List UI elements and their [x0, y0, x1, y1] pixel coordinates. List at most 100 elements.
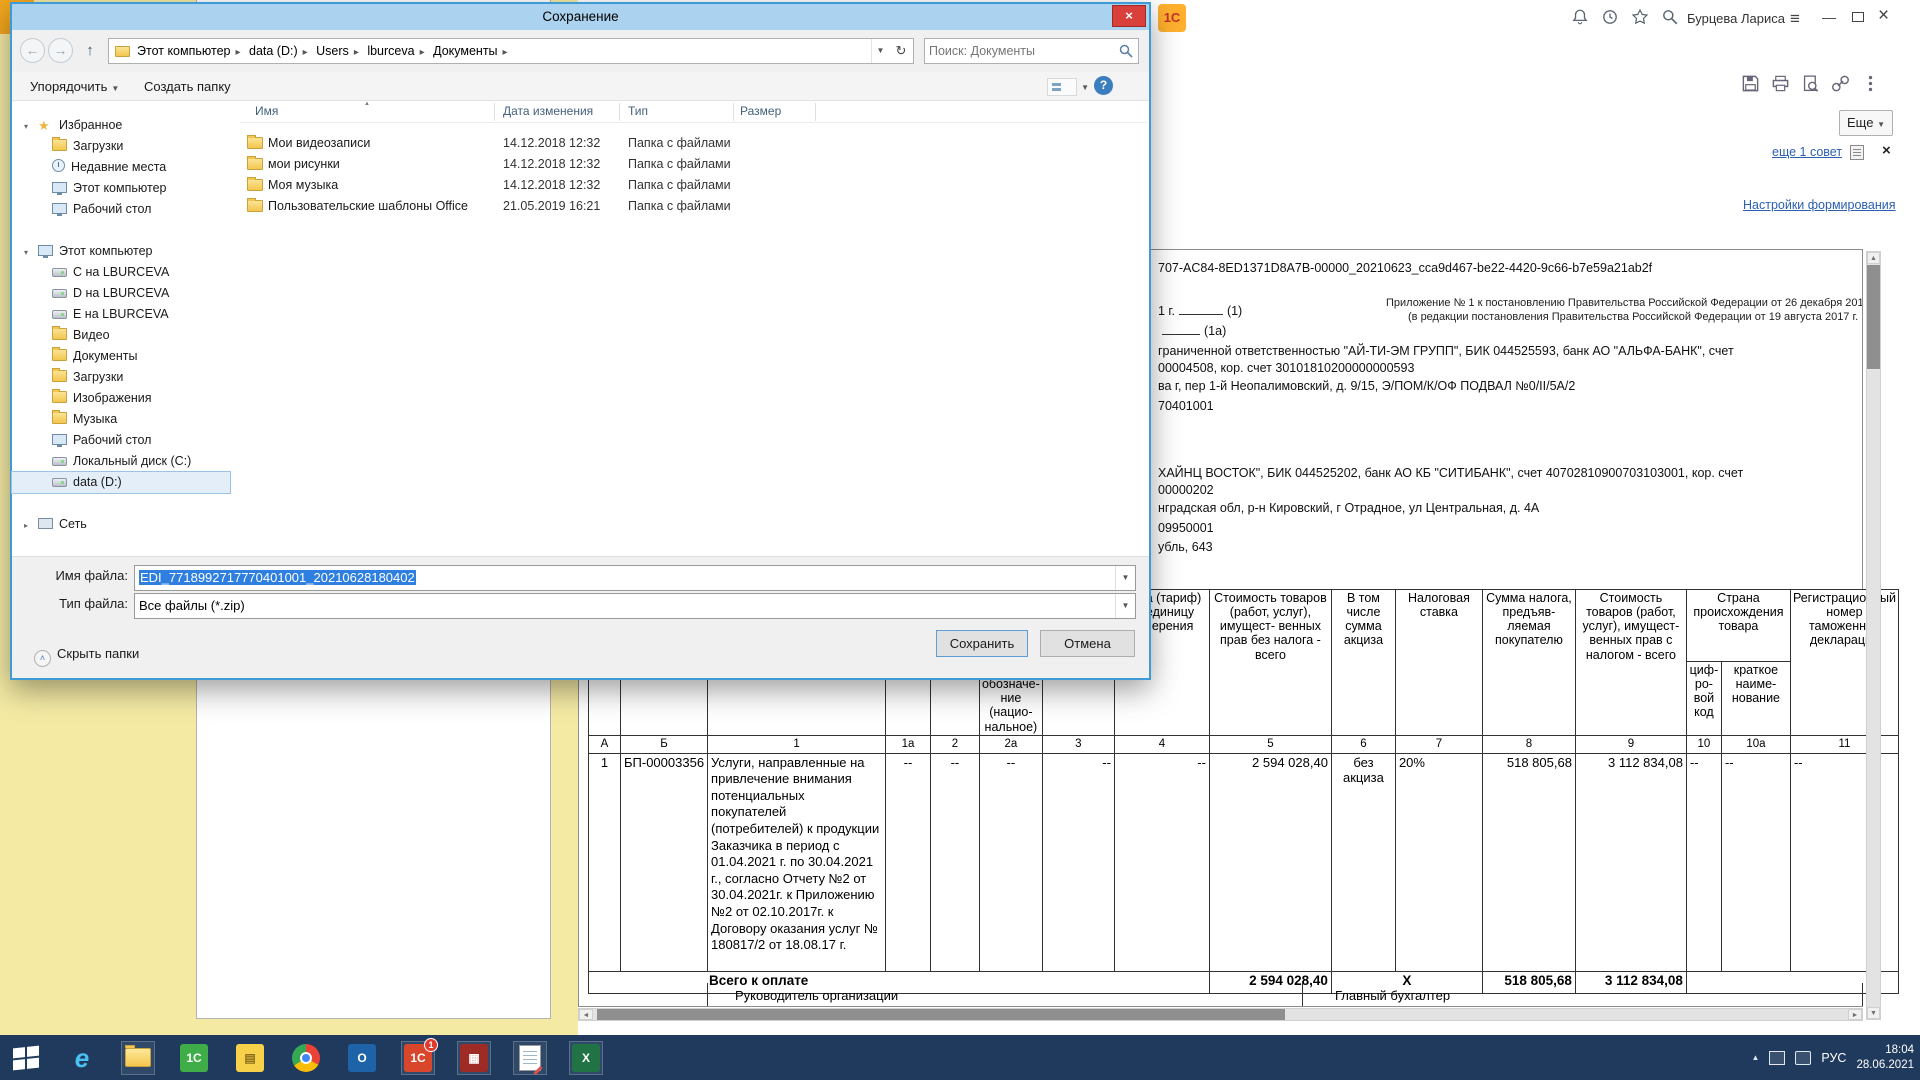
column-header-size[interactable]: Размер: [740, 104, 781, 118]
scroll-up-icon[interactable]: ▲: [1867, 252, 1880, 264]
sidebar-item-drive-e-net[interactable]: E на LBURCEVA: [12, 304, 230, 325]
organize-button[interactable]: Упорядочить▼: [30, 77, 119, 97]
forward-button[interactable]: →: [48, 38, 73, 63]
search-input[interactable]: [929, 40, 1109, 62]
cancel-button[interactable]: Отмена: [1040, 630, 1135, 657]
sidebar-item-recent-places[interactable]: Недавние места: [12, 157, 230, 178]
breadcrumb-item[interactable]: Документы: [431, 44, 499, 58]
chevron-right-icon[interactable]: ▸: [417, 47, 428, 58]
sidebar-item-drive-d-net[interactable]: D на LBURCEVA: [12, 283, 230, 304]
taskbar-1c-green-icon[interactable]: 1С: [178, 1042, 210, 1074]
breadcrumb-item[interactable]: Этот компьютер: [135, 44, 232, 58]
horizontal-scrollbar[interactable]: ◄ ►: [578, 1008, 1863, 1021]
breadcrumb[interactable]: Этот компьютер▸ data (D:)▸ Users▸ lburce…: [108, 38, 914, 64]
taskbar-outlook-icon[interactable]: O: [346, 1042, 378, 1074]
chevron-down-icon[interactable]: ▼: [1115, 566, 1135, 590]
save-button[interactable]: Сохранить: [936, 630, 1028, 657]
minimize-window-icon[interactable]: —: [1822, 7, 1836, 27]
sidebar-group-header[interactable]: ▾★Избранное: [12, 115, 230, 136]
breadcrumb-item[interactable]: lburceva: [365, 44, 416, 58]
chevron-right-icon[interactable]: ▸: [500, 47, 511, 58]
breadcrumb-item[interactable]: data (D:): [247, 44, 300, 58]
column-separator[interactable]: [494, 103, 495, 121]
start-button[interactable]: [10, 1042, 42, 1074]
column-separator[interactable]: [619, 103, 620, 121]
taskbar-file-explorer-icon[interactable]: [122, 1042, 154, 1074]
sidebar-item-downloads2[interactable]: Загрузки: [12, 367, 230, 388]
chevron-down-icon[interactable]: ▼: [1081, 83, 1089, 92]
breadcrumb-item[interactable]: Users: [314, 44, 351, 58]
sidebar-item-videos[interactable]: Видео: [12, 325, 230, 346]
up-button[interactable]: ↑: [78, 40, 102, 61]
sidebar-item-drive-c-net[interactable]: C на LBURCEVA: [12, 262, 230, 283]
chevron-right-icon[interactable]: ▸: [351, 47, 362, 58]
file-row[interactable]: Мои видеозаписи 14.12.2018 12:32 Папка с…: [240, 133, 1147, 154]
column-header-name[interactable]: Имя: [255, 104, 278, 118]
column-header-date[interactable]: Дата изменения: [503, 104, 593, 118]
more-button[interactable]: Еще ▼: [1839, 110, 1893, 136]
taskbar-chrome-icon[interactable]: [290, 1042, 322, 1074]
dialog-close-button[interactable]: ×: [1112, 5, 1146, 27]
vertical-scrollbar[interactable]: ▲ ▼: [1866, 251, 1881, 1020]
sidebar-item-pictures[interactable]: Изображения: [12, 388, 230, 409]
scroll-down-icon[interactable]: ▼: [1867, 1007, 1880, 1019]
change-view-button[interactable]: [1047, 78, 1077, 96]
tray-action-center-icon[interactable]: [1769, 1051, 1785, 1065]
history-icon[interactable]: [1601, 8, 1621, 28]
chevron-right-icon[interactable]: ▸: [300, 47, 311, 58]
horizontal-scrollbar-thumb[interactable]: [597, 1009, 1285, 1020]
taskbar-internet-explorer-icon[interactable]: e: [66, 1042, 98, 1074]
sidebar-item-music[interactable]: Музыка: [12, 409, 230, 430]
sort-ascending-icon[interactable]: ▲: [364, 101, 370, 107]
print-icon[interactable]: [1771, 74, 1791, 94]
current-user-name[interactable]: Бурцева Лариса: [1687, 11, 1785, 26]
favorites-star-icon[interactable]: [1631, 8, 1651, 28]
restore-window-icon[interactable]: [1852, 12, 1864, 22]
file-row[interactable]: мои рисунки 14.12.2018 12:32 Папка с фай…: [240, 154, 1147, 175]
sidebar-group-header[interactable]: ▸Сеть: [12, 514, 230, 535]
file-row[interactable]: Пользовательские шаблоны Office 21.05.20…: [240, 196, 1147, 217]
more-actions-kebab-icon[interactable]: [1861, 74, 1881, 94]
hide-folders-button[interactable]: ˄Скрыть папки: [34, 644, 139, 664]
file-row[interactable]: Моя музыка 14.12.2018 12:32 Папка с файл…: [240, 175, 1147, 196]
taskbar-notepad-icon[interactable]: [514, 1042, 546, 1074]
help-button[interactable]: ?: [1094, 76, 1113, 95]
sidebar-item-local-disk-c[interactable]: Локальный диск (C:): [12, 451, 230, 472]
sidebar-item-data-d-selected[interactable]: data (D:): [12, 472, 230, 493]
close-window-icon[interactable]: ×: [1878, 6, 1889, 26]
link-icon[interactable]: [1831, 74, 1851, 94]
taskbar-notes-icon[interactable]: ▤: [234, 1042, 266, 1074]
file-name-input[interactable]: EDI_7718992717770401001_20210628180402 ▼: [134, 565, 1136, 591]
address-dropdown-icon[interactable]: ▼: [871, 39, 889, 63]
sidebar-item-this-pc[interactable]: Этот компьютер: [12, 178, 230, 199]
formation-settings-link[interactable]: Настройки формирования: [1743, 198, 1896, 212]
collapse-icon[interactable]: ▸: [24, 515, 38, 535]
show-hidden-icons-chevron[interactable]: ▲: [1751, 1053, 1759, 1062]
tray-network-icon[interactable]: [1795, 1051, 1811, 1065]
collapse-icon[interactable]: ▾: [24, 242, 38, 262]
tray-language-indicator[interactable]: РУС: [1821, 1051, 1846, 1065]
preview-icon[interactable]: [1801, 74, 1821, 94]
chevron-down-icon[interactable]: ▼: [1115, 594, 1135, 618]
chevron-right-icon[interactable]: ▸: [232, 47, 243, 58]
tray-clock[interactable]: 18:04 28.06.2021: [1856, 1043, 1914, 1073]
column-separator[interactable]: [815, 103, 816, 121]
collapse-icon[interactable]: ▾: [24, 116, 38, 136]
save-icon[interactable]: [1741, 74, 1761, 94]
refresh-icon[interactable]: ↻: [891, 39, 911, 63]
scroll-left-icon[interactable]: ◄: [579, 1009, 593, 1020]
back-button[interactable]: ←: [20, 38, 45, 63]
tip-close-icon[interactable]: ×: [1882, 142, 1891, 159]
notifications-bell-icon[interactable]: [1571, 8, 1591, 28]
sidebar-item-downloads[interactable]: Загрузки: [12, 136, 230, 157]
sidebar-group-header[interactable]: ▾Этот компьютер: [12, 241, 230, 262]
taskbar-excel-icon[interactable]: X: [570, 1042, 602, 1074]
search-icon[interactable]: [1119, 44, 1133, 58]
main-menu-icon[interactable]: ≡: [1790, 9, 1800, 29]
sidebar-item-desktop[interactable]: Рабочий стол: [12, 199, 230, 220]
column-separator[interactable]: [733, 103, 734, 121]
file-type-select[interactable]: Все файлы (*.zip) ▼: [134, 593, 1136, 619]
scroll-right-icon[interactable]: ►: [1848, 1009, 1862, 1020]
new-folder-button[interactable]: Создать папку: [144, 77, 231, 97]
taskbar-red-app-icon[interactable]: ▦: [458, 1042, 490, 1074]
